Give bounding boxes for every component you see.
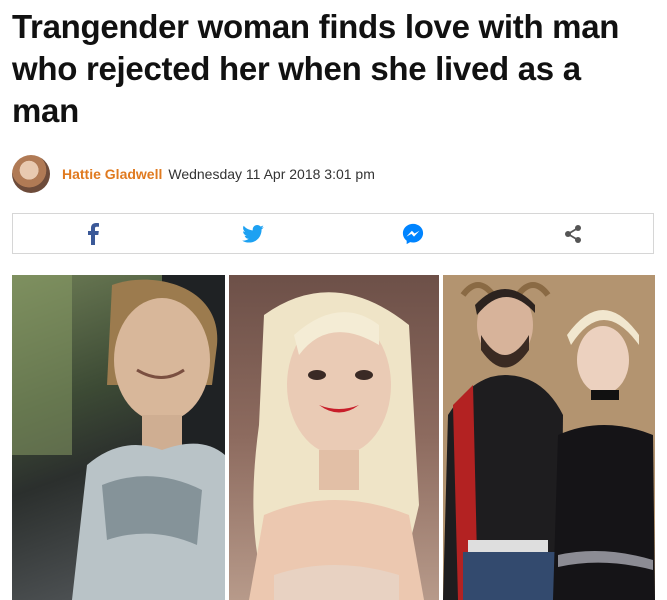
- photo-collage: [12, 275, 655, 600]
- share-bar: [12, 213, 654, 254]
- photo-selfie-before[interactable]: [12, 275, 225, 600]
- messenger-icon: [402, 223, 424, 244]
- share-icon: [565, 224, 581, 243]
- photo-couple[interactable]: [443, 275, 655, 600]
- byline: Hattie Gladwell Wednesday 11 Apr 2018 3:…: [12, 154, 375, 194]
- publish-date: Wednesday 11 Apr 2018 3:01 pm: [168, 166, 375, 182]
- messenger-share-button[interactable]: [333, 214, 493, 253]
- photo-couple-illustration: [443, 275, 655, 600]
- twitter-share-button[interactable]: [173, 214, 333, 253]
- facebook-share-button[interactable]: [13, 214, 173, 253]
- author-name[interactable]: Hattie Gladwell: [62, 166, 162, 182]
- photo-selfie-after[interactable]: [229, 275, 439, 600]
- facebook-icon: [88, 222, 99, 245]
- generic-share-button[interactable]: [493, 214, 653, 253]
- author-avatar[interactable]: [12, 155, 50, 193]
- photo-selfie-before-illustration: [12, 275, 225, 600]
- twitter-icon: [242, 224, 264, 243]
- photo-selfie-after-illustration: [249, 292, 424, 600]
- article-headline: Trangender woman finds love with man who…: [12, 8, 620, 129]
